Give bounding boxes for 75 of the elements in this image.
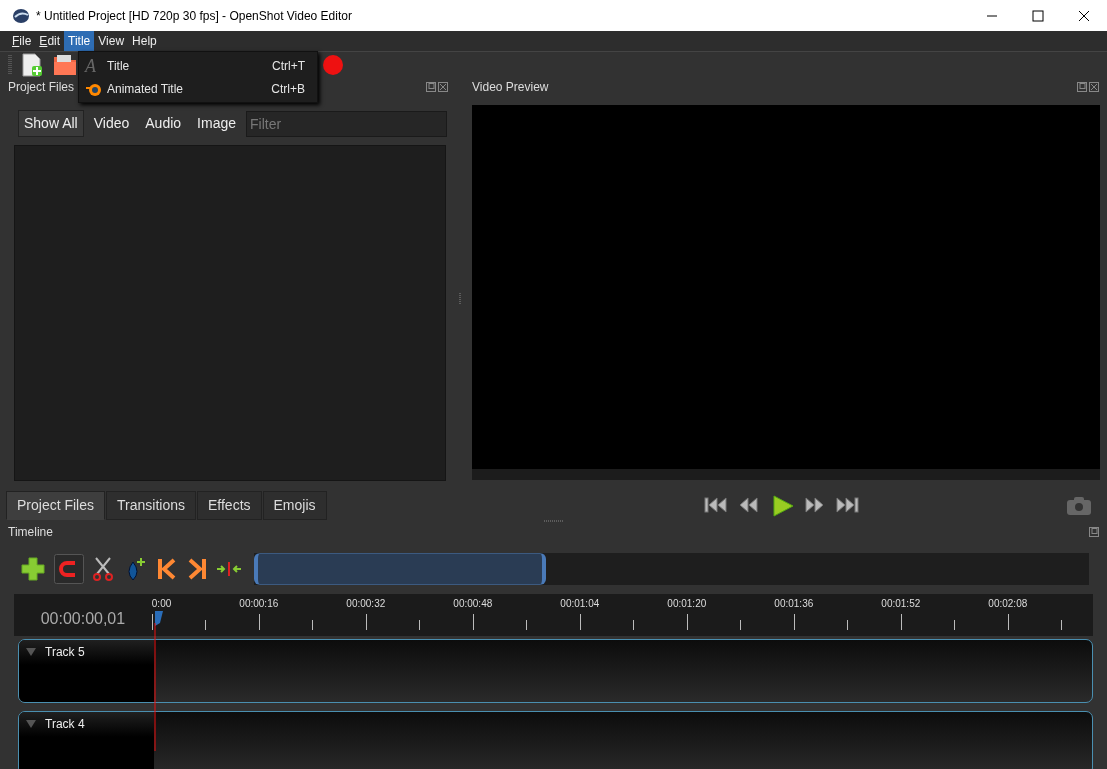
ruler-tick bbox=[1007, 614, 1009, 630]
ruler-label: 0:00 bbox=[151, 597, 172, 611]
ruler-label: 00:01:36 bbox=[774, 597, 814, 611]
new-file-icon[interactable] bbox=[20, 52, 44, 78]
ruler-tick bbox=[900, 614, 902, 630]
letter-icon: A bbox=[85, 56, 103, 75]
snap-icon[interactable] bbox=[54, 554, 84, 584]
shortcut-label: Ctrl+B bbox=[271, 80, 305, 98]
track-label[interactable]: Track 4 bbox=[25, 715, 85, 733]
ruler-tick bbox=[739, 620, 741, 630]
ruler-label: 00:01:52 bbox=[881, 597, 921, 611]
panel-tab[interactable]: Effects bbox=[197, 491, 262, 520]
float-icon[interactable] bbox=[1077, 82, 1087, 92]
filter-button[interactable]: Show All bbox=[18, 110, 84, 137]
timecode: 00:00:00,01 bbox=[40, 609, 126, 629]
ruler-label: 00:00:32 bbox=[346, 597, 386, 611]
ruler-label: 00:00:48 bbox=[453, 597, 493, 611]
ruler-tick bbox=[953, 620, 955, 630]
ruler-label: 00:01:20 bbox=[667, 597, 707, 611]
panel-title: Project Files bbox=[8, 79, 75, 96]
ruler-tick bbox=[686, 614, 688, 630]
ruler-tick bbox=[632, 620, 634, 630]
ruler-tick bbox=[204, 620, 206, 630]
panel-tab[interactable]: Emojis bbox=[262, 491, 327, 520]
window-title: * Untitled Project [HD 720p 30 fps] - OpenShot Video Editor bbox=[36, 7, 353, 25]
add-track-icon[interactable] bbox=[20, 556, 46, 582]
ruler-tick bbox=[151, 614, 153, 630]
ruler-tick bbox=[365, 614, 367, 630]
ruler-label: 00:00:16 bbox=[239, 597, 279, 611]
shortcut-label: Ctrl+T bbox=[272, 57, 305, 75]
app-logo-icon bbox=[12, 7, 30, 24]
float-icon[interactable] bbox=[426, 82, 436, 92]
ruler-tick bbox=[846, 620, 848, 630]
track-label[interactable]: Track 5 bbox=[25, 643, 85, 661]
panel-tab[interactable]: Project Files bbox=[6, 491, 106, 520]
ruler-label: 00:02:08 bbox=[988, 597, 1028, 611]
splitter-handle-icon bbox=[459, 293, 461, 305]
ruler-tick bbox=[793, 614, 795, 630]
splitter-handle-icon bbox=[543, 520, 564, 522]
ruler-tick bbox=[472, 614, 474, 630]
previous-marker-icon[interactable] bbox=[156, 557, 178, 581]
maximize-icon[interactable] bbox=[1030, 7, 1046, 24]
filter-button[interactable]: Video bbox=[87, 110, 136, 137]
grip-icon bbox=[8, 54, 12, 76]
ruler-label: 00:01:04 bbox=[560, 597, 600, 611]
float-icon[interactable] bbox=[1089, 527, 1099, 537]
collapse-icon[interactable] bbox=[25, 647, 37, 657]
ruler-tick bbox=[258, 614, 260, 630]
panel-tab[interactable]: Transitions bbox=[106, 491, 196, 520]
menu-item[interactable]: View bbox=[94, 31, 129, 51]
panel-title: Timeline bbox=[8, 524, 54, 541]
filter-button[interactable]: Image bbox=[191, 110, 242, 137]
filter-field[interactable]: Filter bbox=[246, 110, 447, 137]
ruler-tick bbox=[525, 620, 527, 630]
next-marker-icon[interactable] bbox=[186, 557, 208, 581]
ruler-tick bbox=[1060, 620, 1062, 630]
ruler-tick bbox=[579, 614, 581, 630]
ruler-tick bbox=[418, 620, 420, 630]
playhead-drawing[interactable] bbox=[154, 611, 166, 751]
menu-item[interactable]: Help bbox=[128, 31, 161, 51]
center-playhead-icon[interactable] bbox=[216, 562, 242, 576]
collapse-icon[interactable] bbox=[25, 719, 37, 729]
zoom-handle[interactable] bbox=[254, 553, 547, 585]
play-icon[interactable] bbox=[770, 495, 794, 517]
ruler-tick bbox=[311, 620, 313, 630]
panel-title: Video Preview bbox=[472, 79, 549, 96]
scissors-icon[interactable] bbox=[92, 556, 114, 582]
filter-button[interactable]: Audio bbox=[139, 110, 188, 137]
menu-entry-label[interactable]: Title bbox=[107, 56, 272, 75]
menu-entry-label[interactable]: Animated Title bbox=[107, 79, 272, 98]
menu-item[interactable]: Edit bbox=[35, 31, 65, 51]
menu-item[interactable]: File bbox=[8, 31, 36, 51]
menu-item[interactable]: Title bbox=[64, 31, 95, 51]
folder-icon[interactable] bbox=[52, 53, 78, 77]
record-icon[interactable] bbox=[322, 54, 344, 76]
